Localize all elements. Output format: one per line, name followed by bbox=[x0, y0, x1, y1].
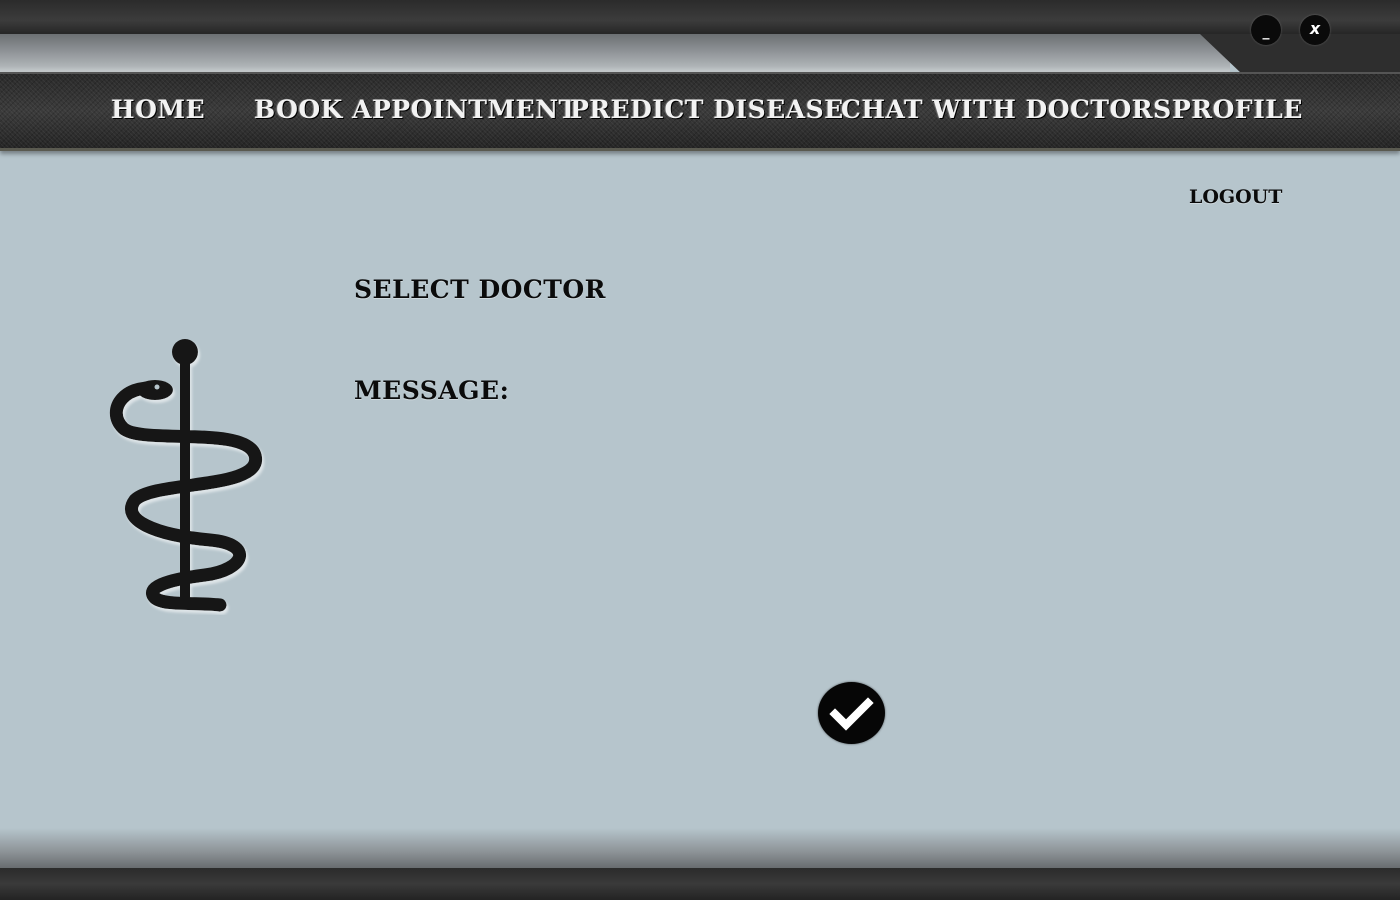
close-button[interactable]: x bbox=[1300, 15, 1330, 45]
submit-button[interactable] bbox=[818, 682, 885, 744]
nav-predict-disease[interactable]: PREDICT DISEASE bbox=[570, 92, 844, 128]
doctor-select[interactable] bbox=[600, 276, 1100, 306]
footer-shadow bbox=[0, 828, 1400, 872]
title-bar-notch bbox=[1200, 34, 1400, 74]
nav-home[interactable]: HOME bbox=[111, 92, 205, 128]
logout-button[interactable]: LOGOUT bbox=[1189, 186, 1282, 208]
title-bar-strip bbox=[0, 34, 1230, 74]
select-doctor-label: SELECT DOCTOR bbox=[354, 275, 606, 304]
footer-bar bbox=[0, 868, 1400, 900]
nav-book-appointment[interactable]: BOOK APPOINTMENT bbox=[254, 92, 578, 128]
title-bar bbox=[0, 0, 1400, 34]
message-label: MESSAGE: bbox=[354, 376, 510, 405]
message-input[interactable] bbox=[354, 420, 1100, 650]
nav-profile[interactable]: PROFILE bbox=[1172, 92, 1303, 128]
nav-bar: HOME BOOK APPOINTMENT PREDICT DISEASE CH… bbox=[0, 72, 1400, 151]
rod-of-asclepius-icon bbox=[95, 330, 275, 615]
nav-chat-with-doctors[interactable]: CHAT WITH DOCTORS bbox=[841, 92, 1172, 128]
minimize-button[interactable]: _ bbox=[1251, 15, 1281, 45]
checkmark-icon bbox=[829, 697, 874, 731]
